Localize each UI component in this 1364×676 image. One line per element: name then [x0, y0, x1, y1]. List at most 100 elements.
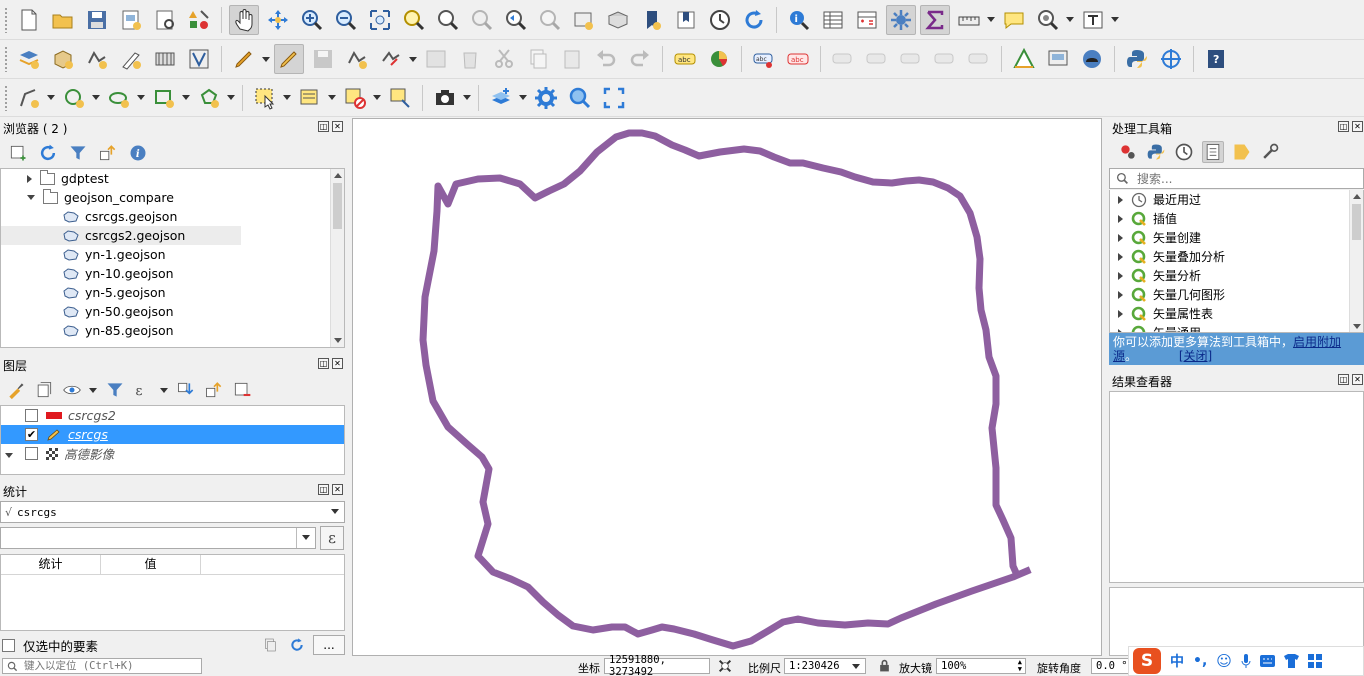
style-layer-icon[interactable]: [6, 380, 26, 400]
copy-features-icon[interactable]: [523, 44, 553, 74]
zoom-to-selection-icon[interactable]: [399, 5, 429, 35]
keyboard-icon[interactable]: [1259, 655, 1275, 667]
filter-expression-icon[interactable]: ε: [133, 380, 153, 400]
close-panel-icon[interactable]: ✕: [332, 484, 343, 495]
chevron-right-icon[interactable]: [1118, 309, 1123, 318]
toolbox-grid-icon[interactable]: [1307, 654, 1322, 668]
toggle-extent-icon[interactable]: [717, 658, 733, 674]
digitize-tools-icon[interactable]: [376, 44, 406, 74]
search-magnifier-icon[interactable]: [565, 83, 595, 113]
georeferencer-icon[interactable]: [1009, 44, 1039, 74]
selected-only-checkbox[interactable]: [2, 638, 15, 652]
open-attribute-table-icon[interactable]: [818, 5, 848, 35]
sogou-logo-icon[interactable]: S: [1133, 648, 1161, 674]
select-features-dropdown[interactable]: [282, 83, 291, 113]
zoom-last-icon[interactable]: [501, 5, 531, 35]
new-virtual-layer-icon[interactable]: [150, 44, 180, 74]
close-panel-icon[interactable]: ✕: [1352, 374, 1363, 385]
models-icon[interactable]: [1118, 142, 1138, 162]
add-line-feature-icon[interactable]: [14, 83, 44, 113]
select-by-value-dropdown[interactable]: [327, 83, 336, 113]
collapse-all-layers-icon[interactable]: [204, 380, 224, 400]
temporal-controller-icon[interactable]: [705, 5, 735, 35]
processing-toolbox-icon[interactable]: [886, 4, 916, 35]
chevron-down-icon[interactable]: [27, 195, 35, 200]
new-3d-map-view-icon[interactable]: [603, 5, 633, 35]
save-project-icon[interactable]: [82, 5, 112, 35]
expression-dropdown[interactable]: [159, 380, 168, 400]
zoom-to-layer-icon[interactable]: [433, 5, 463, 35]
scroll-down-icon[interactable]: [1353, 324, 1361, 329]
add-circle-dropdown[interactable]: [91, 83, 100, 113]
layer-visibility-checkbox[interactable]: [25, 447, 38, 460]
new-temporary-layer-icon[interactable]: [116, 44, 146, 74]
close-panel-icon[interactable]: ✕: [332, 121, 343, 132]
add-group-icon[interactable]: [34, 380, 54, 400]
stats-field-combo[interactable]: [0, 527, 316, 549]
measure-line-icon[interactable]: [954, 5, 984, 35]
close-panel-icon[interactable]: ✕: [332, 358, 343, 369]
float-panel-icon[interactable]: ◫: [318, 121, 329, 132]
remove-layer-icon[interactable]: [232, 380, 252, 400]
edit-features-in-place-icon[interactable]: [1232, 142, 1252, 162]
refresh-stats-icon[interactable]: [289, 637, 305, 653]
processing-group-item[interactable]: 插值: [1110, 209, 1363, 228]
enable-plugins-link-cont[interactable]: 源: [1113, 349, 1125, 363]
layer-expander[interactable]: [5, 446, 25, 461]
add-ellipse-icon[interactable]: [104, 83, 134, 113]
float-panel-icon[interactable]: ◫: [1338, 374, 1349, 385]
zoom-out-icon[interactable]: [331, 5, 361, 35]
deselect-dropdown[interactable]: [372, 83, 381, 113]
measure-dropdown[interactable]: [986, 5, 995, 35]
add-circle-icon[interactable]: [59, 83, 89, 113]
manage-visibility-icon[interactable]: [62, 380, 82, 400]
enable-plugins-link[interactable]: 启用附加: [1293, 335, 1341, 349]
python-scripts-icon[interactable]: [1146, 142, 1166, 162]
punctuation-icon[interactable]: •,: [1193, 653, 1207, 669]
show-bookmarks-icon[interactable]: [671, 5, 701, 35]
text-annotation-icon[interactable]: [1078, 5, 1108, 35]
zoom-next-icon[interactable]: [535, 5, 565, 35]
browser-file-item[interactable]: yn-10.geojson: [1, 264, 344, 283]
browser-file-item[interactable]: csrcgs2.geojson: [1, 226, 241, 245]
save-layer-edits-icon[interactable]: [308, 44, 338, 74]
zoom-native-resolution-icon[interactable]: [467, 5, 497, 35]
banner-close-link[interactable]: [关闭]: [1179, 349, 1212, 363]
rotation-spinbox[interactable]: 0.0 °: [1091, 658, 1131, 674]
properties-info-icon[interactable]: i: [128, 143, 148, 163]
more-options-button[interactable]: ...: [313, 635, 345, 655]
add-line-dropdown[interactable]: [46, 83, 55, 113]
coordinate-capture-icon[interactable]: [1156, 44, 1186, 74]
emoji-icon[interactable]: ☺: [1216, 652, 1232, 670]
toolbar-grip[interactable]: [4, 84, 8, 111]
microphone-icon[interactable]: [1241, 654, 1251, 668]
delete-selected-icon[interactable]: [455, 44, 485, 74]
locator-search-icon[interactable]: [1033, 5, 1063, 35]
add-selected-layers-icon[interactable]: [8, 143, 28, 163]
layer-visibility-checkbox[interactable]: [25, 409, 38, 422]
results-viewer-icon[interactable]: [1202, 141, 1224, 163]
layout-manager-icon[interactable]: [150, 5, 180, 35]
settings-gear-icon[interactable]: [531, 83, 561, 113]
float-panel-icon[interactable]: ◫: [318, 358, 329, 369]
scroll-up-icon[interactable]: [334, 173, 342, 178]
cut-features-icon[interactable]: [489, 44, 519, 74]
toggle-editing-icon[interactable]: [274, 44, 304, 74]
browser-file-item[interactable]: yn-50.geojson: [1, 302, 344, 321]
refresh-browser-icon[interactable]: [38, 143, 58, 163]
db-manager-icon[interactable]: [1043, 44, 1073, 74]
select-location-icon[interactable]: [385, 83, 415, 113]
modify-attributes-icon[interactable]: [421, 44, 451, 74]
chevron-right-icon[interactable]: [1118, 290, 1123, 299]
close-panel-icon[interactable]: ✕: [1352, 121, 1363, 132]
python-console-icon[interactable]: [1122, 44, 1152, 74]
layer-tree-item[interactable]: ✔ csrcgs: [1, 425, 344, 444]
labeling-icon[interactable]: abc: [670, 44, 700, 74]
rotate-label-icon[interactable]: [930, 44, 960, 74]
open-project-icon[interactable]: [48, 5, 78, 35]
magnifier-spinbox[interactable]: 100% ▲ ▼: [936, 658, 1026, 674]
layer-tree-item[interactable]: 高德影像: [1, 444, 344, 463]
processing-group-item[interactable]: 矢量创建: [1110, 228, 1363, 247]
history-icon[interactable]: [1174, 142, 1194, 162]
float-panel-icon[interactable]: ◫: [1338, 121, 1349, 132]
